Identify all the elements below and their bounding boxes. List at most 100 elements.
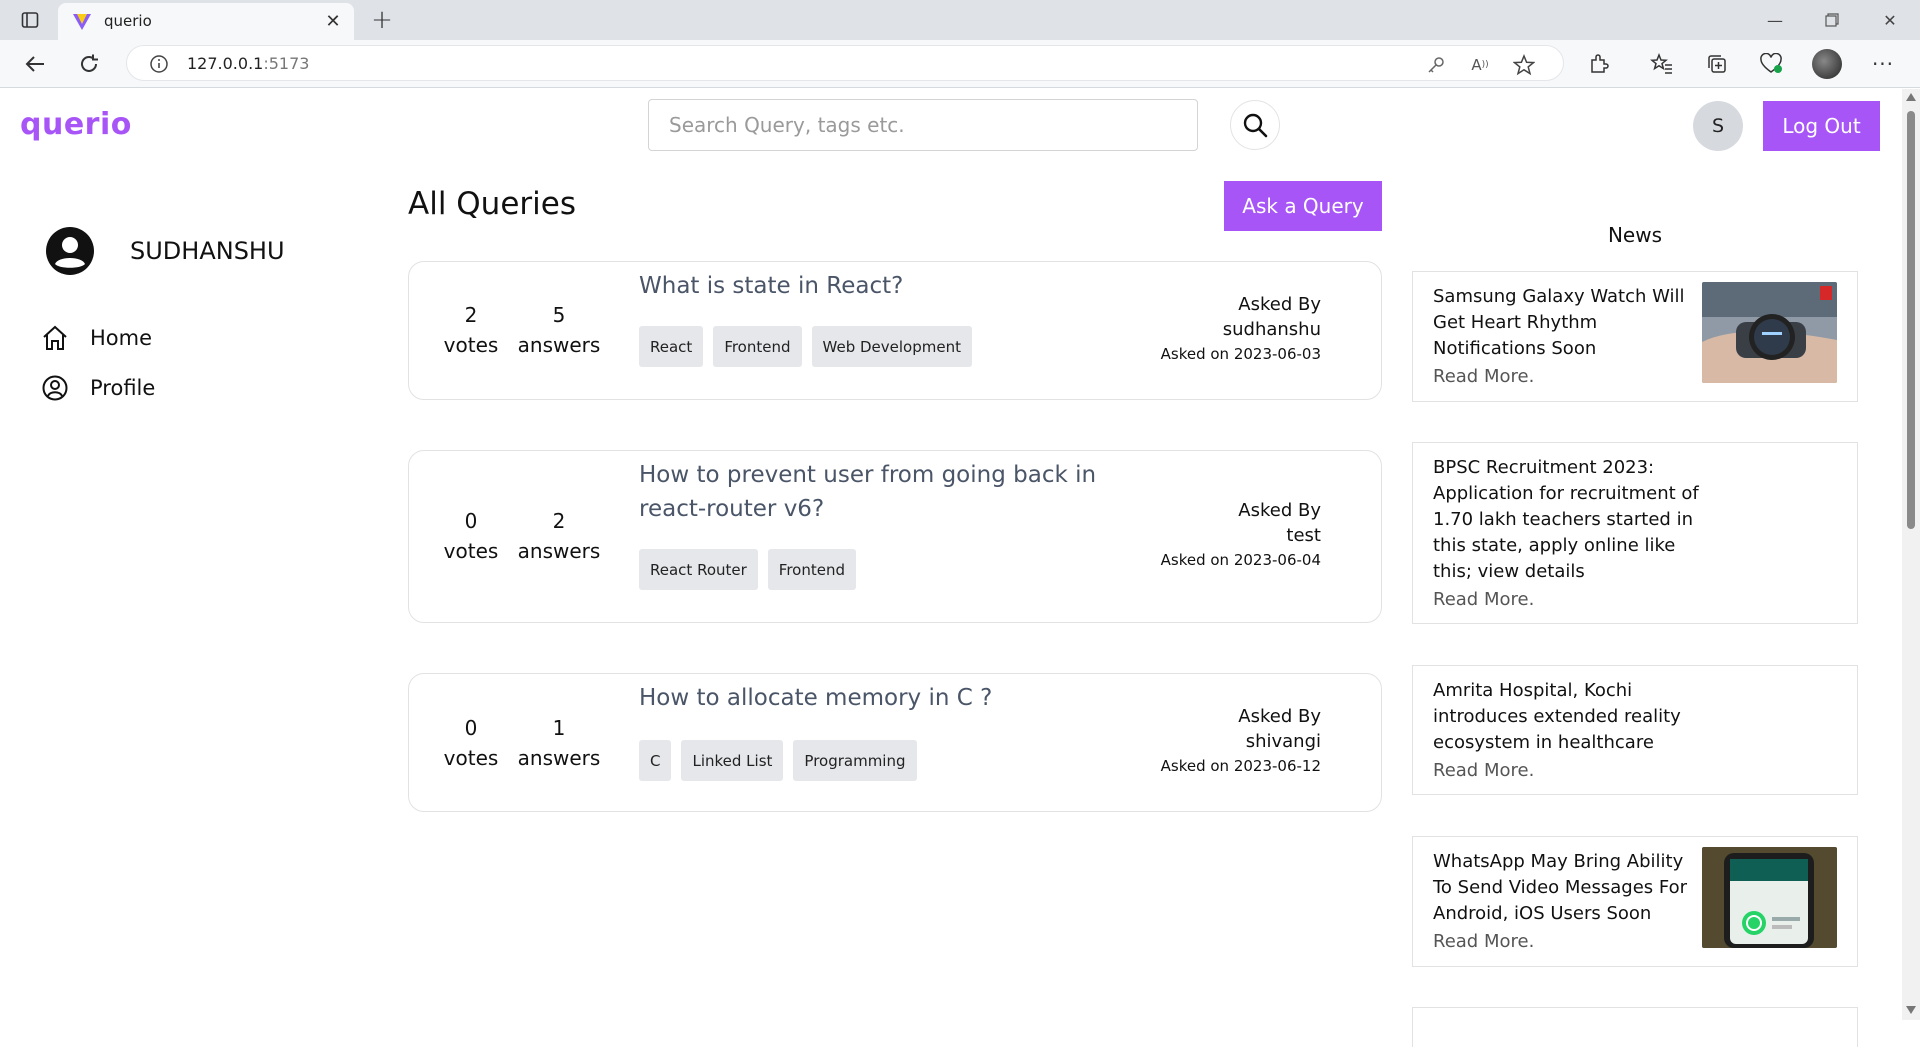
answers-value: 2 — [552, 509, 566, 533]
home-icon — [40, 323, 70, 353]
tag[interactable]: React Router — [639, 549, 758, 590]
browser-toolbar: 127.0.0.1:5173 A)) ··· — [0, 40, 1920, 88]
answers-label: answers — [517, 539, 601, 563]
scroll-up-icon[interactable] — [1906, 93, 1916, 101]
asked-by-label: Asked By — [1238, 500, 1321, 521]
query-tags: React Router Frontend — [639, 549, 856, 590]
read-more-link[interactable]: Read More. — [1433, 758, 1701, 784]
logout-button[interactable]: Log Out — [1763, 101, 1880, 151]
query-card[interactable]: 0 votes 1 answers How to allocate memory… — [408, 673, 1382, 812]
asked-date: Asked on 2023-06-04 — [1160, 551, 1321, 569]
sidebar-item-home[interactable]: Home — [40, 321, 152, 355]
read-more-link[interactable]: Read More. — [1433, 587, 1701, 613]
query-card[interactable]: 0 votes 2 answers How to prevent user fr… — [408, 450, 1382, 623]
tag[interactable]: Frontend — [713, 326, 802, 367]
more-options-icon[interactable]: ··· — [1866, 48, 1900, 80]
read-more-link[interactable]: Read More. — [1433, 929, 1701, 955]
tab-actions-icon[interactable] — [18, 8, 42, 32]
tag[interactable]: Web Development — [811, 326, 972, 367]
author-name: test — [1286, 525, 1321, 546]
author-name: shivangi — [1245, 731, 1321, 752]
favorites-icon[interactable] — [1645, 48, 1679, 80]
smartwatch-image — [1702, 282, 1837, 383]
asked-date: Asked on 2023-06-12 — [1160, 757, 1321, 775]
query-title[interactable]: What is state in React? — [639, 269, 1099, 303]
tag[interactable]: Frontend — [767, 549, 856, 590]
url-port: :5173 — [263, 54, 310, 73]
vote-count: 0 votes — [443, 713, 499, 773]
scroll-down-icon[interactable] — [1906, 1006, 1916, 1014]
asker-info: Asked By test Asked on 2023-06-04 — [1161, 498, 1321, 572]
news-card[interactable]: Samsung Galaxy Watch Will Get Heart Rhyt… — [1412, 271, 1858, 402]
news-card[interactable]: BPSC Recruitment 2023: Application for r… — [1412, 442, 1858, 624]
app-logo[interactable]: querio — [20, 107, 132, 142]
user-circle-icon — [40, 373, 70, 403]
key-icon[interactable] — [1423, 53, 1449, 77]
asker-info: Asked By sudhanshu Asked on 2023-06-03 — [1161, 292, 1321, 366]
collections-icon[interactable] — [1700, 48, 1734, 80]
new-tab-icon[interactable]: + — [368, 5, 396, 35]
sidebar-username: SUDHANSHU — [130, 237, 285, 265]
tag[interactable]: Linked List — [681, 740, 784, 781]
read-more-link[interactable]: Read More. — [1433, 364, 1701, 390]
news-headline: BPSC Recruitment 2023: Application for r… — [1433, 457, 1699, 582]
minimize-icon[interactable]: — — [1760, 6, 1790, 34]
profile-picture-icon[interactable] — [1810, 48, 1844, 80]
author-name: sudhanshu — [1222, 319, 1321, 340]
answers-label: answers — [517, 333, 601, 357]
query-card[interactable]: 2 votes 5 answers What is state in React… — [408, 261, 1382, 400]
back-icon[interactable] — [18, 48, 52, 80]
query-tags: React Frontend Web Development — [639, 326, 972, 367]
search-button[interactable] — [1230, 100, 1280, 150]
news-text: Amrita Hospital, Kochi introduces extend… — [1433, 678, 1701, 784]
query-tags: C Linked List Programming — [639, 740, 917, 781]
tag[interactable]: React — [639, 326, 704, 367]
answer-count: 2 answers — [509, 506, 609, 566]
asked-date: Asked on 2023-06-03 — [1160, 345, 1321, 363]
answer-count: 1 answers — [509, 713, 609, 773]
refresh-icon[interactable] — [72, 48, 106, 80]
extensions-icon[interactable] — [1582, 48, 1616, 80]
close-tab-icon[interactable]: ✕ — [322, 10, 344, 32]
ask-query-button[interactable]: Ask a Query — [1224, 181, 1382, 231]
restore-icon[interactable] — [1817, 6, 1847, 34]
close-window-icon[interactable]: ✕ — [1875, 6, 1905, 34]
news-headline: Amrita Hospital, Kochi introduces extend… — [1433, 680, 1681, 753]
answers-value: 1 — [552, 716, 566, 740]
vote-count: 2 votes — [443, 300, 499, 360]
favorite-star-icon[interactable] — [1511, 53, 1537, 77]
address-bar[interactable]: 127.0.0.1:5173 A)) — [126, 45, 1564, 81]
news-heading: News — [1607, 223, 1663, 247]
votes-value: 0 — [464, 509, 478, 533]
votes-label: votes — [443, 333, 499, 357]
news-card-partial[interactable] — [1412, 1007, 1858, 1047]
user-avatar[interactable]: S — [1693, 101, 1743, 151]
news-card[interactable]: Amrita Hospital, Kochi introduces extend… — [1412, 665, 1858, 795]
read-aloud-icon[interactable]: A)) — [1467, 53, 1493, 77]
news-card[interactable]: WhatsApp May Bring Ability To Send Video… — [1412, 836, 1858, 967]
answer-count: 5 answers — [509, 300, 609, 360]
vote-count: 0 votes — [443, 506, 499, 566]
vite-favicon-icon — [73, 14, 91, 30]
news-headline: Samsung Galaxy Watch Will Get Heart Rhyt… — [1433, 286, 1685, 359]
answers-value: 5 — [552, 303, 566, 327]
sidebar-item-profile[interactable]: Profile — [40, 371, 155, 405]
url-host: 127.0.0.1 — [187, 54, 264, 73]
query-title[interactable]: How to allocate memory in C ? — [639, 681, 1099, 715]
browser-tab[interactable]: querio ✕ — [58, 3, 354, 40]
news-text: WhatsApp May Bring Ability To Send Video… — [1433, 849, 1701, 955]
browser-essentials-icon[interactable] — [1754, 48, 1788, 80]
tag[interactable]: Programming — [793, 740, 917, 781]
scrollbar-thumb[interactable] — [1907, 111, 1915, 529]
site-info-icon[interactable] — [149, 54, 169, 74]
votes-value: 2 — [464, 303, 478, 327]
query-title[interactable]: How to prevent user from going back in r… — [639, 458, 1099, 526]
sidebar-item-label: Profile — [90, 376, 156, 400]
search-input[interactable] — [648, 99, 1198, 151]
whatsapp-phone-image — [1702, 847, 1837, 948]
page-scrollbar[interactable] — [1902, 89, 1920, 1020]
page-title: All Queries — [408, 186, 576, 222]
tab-title: querio — [104, 12, 152, 30]
answers-label: answers — [517, 746, 601, 770]
tag[interactable]: C — [639, 740, 672, 781]
